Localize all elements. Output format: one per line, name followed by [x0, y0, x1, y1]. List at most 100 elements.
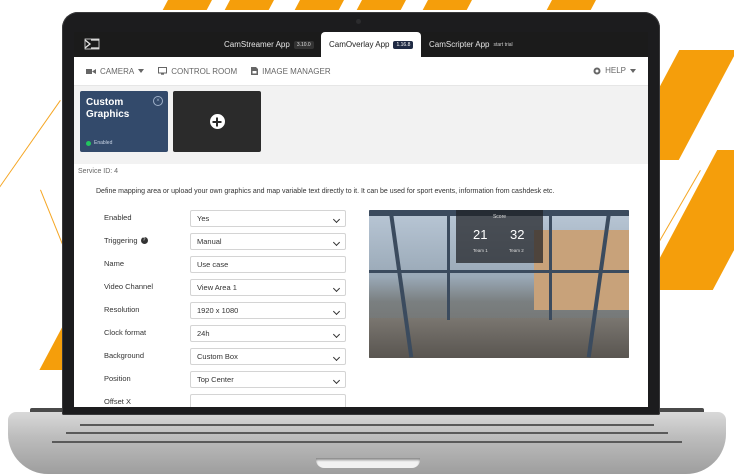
- chevron-down-icon: [332, 330, 341, 339]
- orange-stripe: [224, 0, 280, 10]
- field-value: Custom Box: [197, 352, 238, 361]
- form-row-offset-x: Offset X: [104, 394, 350, 407]
- plus-circle-icon: [209, 114, 225, 129]
- help-circle-icon[interactable]: ?: [140, 237, 148, 244]
- form-row-resolution: Resolution 1920 x 1080: [104, 302, 350, 320]
- window-frame: [369, 270, 629, 273]
- orange-stripe: [546, 0, 602, 10]
- video-channel-select[interactable]: View Area 1: [190, 279, 346, 296]
- nav-label: HELP: [605, 66, 626, 75]
- name-input[interactable]: Use case: [190, 256, 346, 273]
- scoreboard-title: Score: [492, 214, 507, 220]
- offset-x-input[interactable]: [190, 394, 346, 407]
- field-label: Position: [104, 374, 131, 383]
- nav-label: CAMERA: [100, 66, 135, 76]
- service-cards: Custom Graphics × Enabled: [74, 86, 648, 165]
- camstreamer-logo-icon[interactable]: [84, 38, 100, 50]
- tab-label: CamScripter App: [429, 40, 490, 49]
- video-camera-icon: [86, 68, 96, 74]
- status-text: Enabled: [94, 140, 113, 146]
- card-title: Custom Graphics: [86, 97, 130, 120]
- tab-camstreamer[interactable]: CamStreamer App 3.10.0: [216, 32, 322, 57]
- resolution-select[interactable]: 1920 x 1080: [190, 302, 346, 319]
- field-label: Clock format: [104, 328, 146, 337]
- field-label: Name: [104, 259, 124, 268]
- nav-bar: CAMERA CONTROL ROOM IMAGE MANAGER HELP: [74, 57, 648, 86]
- tab-camoverlay[interactable]: CamOverlay App 1.16.8: [321, 32, 422, 57]
- monitor-icon: [158, 67, 168, 75]
- file-image-icon: [251, 67, 259, 75]
- position-select[interactable]: Top Center: [190, 371, 346, 388]
- video-preview: Score 21 32 Team 1 Team 2: [369, 210, 629, 358]
- field-label-text: Name: [104, 259, 125, 268]
- status-indicator: Enabled: [86, 140, 112, 146]
- score-right: 32: [510, 227, 525, 242]
- add-service-button[interactable]: [173, 91, 261, 152]
- field-value: 1920 x 1080: [197, 306, 239, 315]
- tab-label: CamOverlay App: [329, 40, 390, 49]
- service-id: Service ID: 4: [78, 168, 119, 175]
- form-row-video-channel: Video Channel View Area 1: [104, 279, 350, 297]
- field-value: Yes: [197, 214, 210, 223]
- field-value: Top Center: [197, 375, 234, 384]
- form-row-background: Background Custom Box: [104, 348, 350, 366]
- field-label: Offset X: [104, 397, 131, 406]
- field-label-text: Resolution: [104, 305, 140, 314]
- orange-stripe: [356, 0, 412, 10]
- caret-down-icon: [138, 69, 145, 73]
- orange-stripe: [294, 0, 350, 10]
- window-frame: [549, 210, 552, 320]
- laptop-lid: CamStreamer App 3.10.0 CamOverlay App 1.…: [62, 12, 660, 415]
- service-card-custom-graphics[interactable]: Custom Graphics × Enabled: [80, 91, 168, 152]
- orange-stripe: [162, 0, 218, 10]
- background-select[interactable]: Custom Box: [190, 348, 346, 365]
- field-value: 24h: [197, 329, 210, 338]
- chevron-down-icon: [332, 353, 341, 362]
- nav-control-room[interactable]: CONTROL ROOM: [158, 67, 237, 76]
- field-label: Video Channel: [104, 282, 153, 291]
- tab-camscripter[interactable]: CamScripter App start trial: [421, 32, 521, 57]
- version-badge: 3.10.0: [293, 40, 314, 49]
- field-value: Manual: [197, 237, 222, 246]
- orange-line: [0, 100, 61, 232]
- chevron-down-icon: [332, 307, 341, 316]
- lifebuoy-icon: [593, 67, 601, 74]
- scoreboard-overlay: Score 21 32 Team 1 Team 2: [456, 210, 543, 263]
- enabled-select[interactable]: Yes: [190, 210, 346, 227]
- start-trial-link[interactable]: start trial: [493, 42, 512, 48]
- close-icon[interactable]: ×: [153, 96, 163, 106]
- keyboard-row: [66, 432, 668, 434]
- chevron-down-icon: [332, 238, 341, 247]
- window-frame: [447, 210, 450, 320]
- triggering-select[interactable]: Manual: [190, 233, 346, 250]
- team-right: Team 2: [509, 248, 524, 253]
- nav-image-manager[interactable]: IMAGE MANAGER: [251, 66, 331, 76]
- field-label-text: Background: [104, 351, 145, 360]
- keyboard-row: [52, 441, 682, 443]
- nav-camera[interactable]: CAMERA: [86, 66, 145, 76]
- service-description: Define mapping area or upload your own g…: [96, 188, 555, 195]
- field-label-text: Position: [104, 374, 131, 383]
- field-value: Use case: [197, 260, 229, 269]
- form-row-position: Position Top Center: [104, 371, 350, 389]
- clock-format-select[interactable]: 24h: [190, 325, 346, 342]
- field-label-text: Clock format: [104, 328, 147, 337]
- field-value: View Area 1: [197, 283, 237, 292]
- service-settings-panel: Service ID: 4 Define mapping area or upl…: [74, 164, 648, 407]
- field-label-text: Offset X: [104, 397, 131, 406]
- field-label: Triggering?: [104, 236, 148, 245]
- status-dot-icon: [86, 140, 91, 146]
- chevron-down-icon: [332, 215, 341, 224]
- field-label-text: Triggering: [104, 236, 138, 245]
- form-row-clock-format: Clock format 24h: [104, 325, 350, 343]
- field-label: Background: [104, 351, 144, 360]
- nav-label: CONTROL ROOM: [171, 66, 238, 76]
- field-label: Enabled: [104, 213, 132, 222]
- help-menu[interactable]: HELP: [593, 66, 636, 75]
- keyboard-row: [80, 424, 654, 426]
- webcam-dot: [356, 19, 361, 24]
- version-badge: 1.16.8: [393, 40, 414, 49]
- orange-stripe: [422, 0, 478, 10]
- nav-label: IMAGE MANAGER: [262, 66, 331, 76]
- field-label: Resolution: [104, 305, 139, 314]
